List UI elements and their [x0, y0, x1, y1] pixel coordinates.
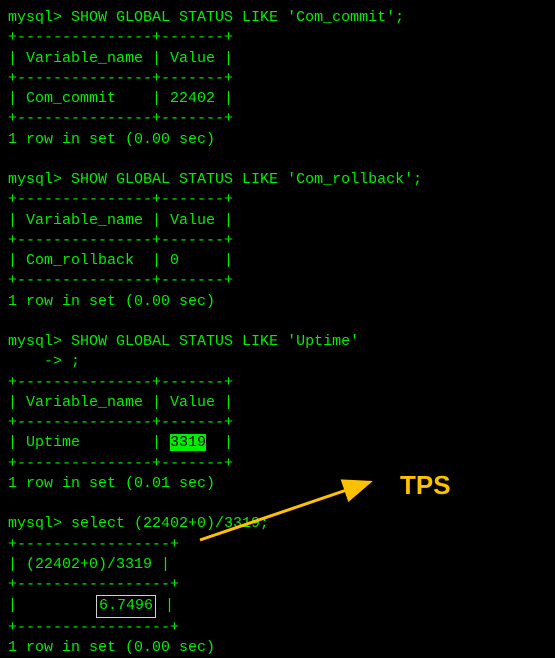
- continuation-prompt: ->: [8, 353, 62, 370]
- query-block-tps-calc: mysql> select (22402+0)/3319; +---------…: [8, 514, 547, 658]
- sql-command: SHOW GLOBAL STATUS LIKE 'Com_rollback';: [71, 171, 422, 188]
- mysql-prompt: mysql>: [8, 171, 62, 188]
- query-block-uptime: mysql> SHOW GLOBAL STATUS LIKE 'Uptime' …: [8, 332, 547, 494]
- table-border: +---------------+-------+: [8, 28, 547, 48]
- blank-line: [8, 312, 547, 332]
- prompt-line[interactable]: mysql> SHOW GLOBAL STATUS LIKE 'Com_comm…: [8, 8, 547, 28]
- table-header: | (22402+0)/3319 |: [8, 555, 547, 575]
- table-border: +---------------+-------+: [8, 373, 547, 393]
- table-border: +---------------+-------+: [8, 413, 547, 433]
- table-border: +---------------+-------+: [8, 69, 547, 89]
- table-border: +-----------------+: [8, 575, 547, 595]
- prompt-line[interactable]: mysql> SHOW GLOBAL STATUS LIKE 'Uptime': [8, 332, 547, 352]
- query-block-com-rollback: mysql> SHOW GLOBAL STATUS LIKE 'Com_roll…: [8, 170, 547, 312]
- table-border: +---------------+-------+: [8, 231, 547, 251]
- mysql-prompt: mysql>: [8, 9, 62, 26]
- table-row: | Uptime | 3319 |: [8, 433, 547, 453]
- mysql-prompt: mysql>: [8, 333, 62, 350]
- table-header: | Variable_name | Value |: [8, 393, 547, 413]
- prompt-line[interactable]: mysql> SHOW GLOBAL STATUS LIKE 'Com_roll…: [8, 170, 547, 190]
- table-border: +---------------+-------+: [8, 109, 547, 129]
- table-row: | Com_commit | 22402 |: [8, 89, 547, 109]
- sql-command: SHOW GLOBAL STATUS LIKE 'Uptime': [71, 333, 359, 350]
- table-border: +---------------+-------+: [8, 454, 547, 474]
- query-block-com-commit: mysql> SHOW GLOBAL STATUS LIKE 'Com_comm…: [8, 8, 547, 150]
- sql-command: SHOW GLOBAL STATUS LIKE 'Com_commit';: [71, 9, 404, 26]
- table-border: +---------------+-------+: [8, 190, 547, 210]
- table-border: +-----------------+: [8, 535, 547, 555]
- value-com-commit: 22402: [170, 90, 215, 107]
- table-header: | Variable_name | Value |: [8, 49, 547, 69]
- blank-line: [8, 494, 547, 514]
- sql-command-cont: ;: [71, 353, 80, 370]
- result-footer: 1 row in set (0.01 sec): [8, 474, 547, 494]
- value-com-rollback: 0: [170, 252, 179, 269]
- sql-command: select (22402+0)/3319;: [71, 515, 269, 532]
- continuation-line[interactable]: -> ;: [8, 352, 547, 372]
- table-header: | Variable_name | Value |: [8, 211, 547, 231]
- table-border: +-----------------+: [8, 618, 547, 638]
- mysql-prompt: mysql>: [8, 515, 62, 532]
- result-footer: 1 row in set (0.00 sec): [8, 638, 547, 658]
- result-footer: 1 row in set (0.00 sec): [8, 130, 547, 150]
- value-tps: 6.7496: [96, 595, 156, 617]
- value-uptime: 3319: [170, 434, 206, 451]
- table-row: | 6.7496 |: [8, 595, 547, 617]
- table-border: +---------------+-------+: [8, 271, 547, 291]
- table-row: | Com_rollback | 0 |: [8, 251, 547, 271]
- annotation-tps-label: TPS: [400, 468, 451, 503]
- prompt-line[interactable]: mysql> select (22402+0)/3319;: [8, 514, 547, 534]
- result-footer: 1 row in set (0.00 sec): [8, 292, 547, 312]
- blank-line: [8, 150, 547, 170]
